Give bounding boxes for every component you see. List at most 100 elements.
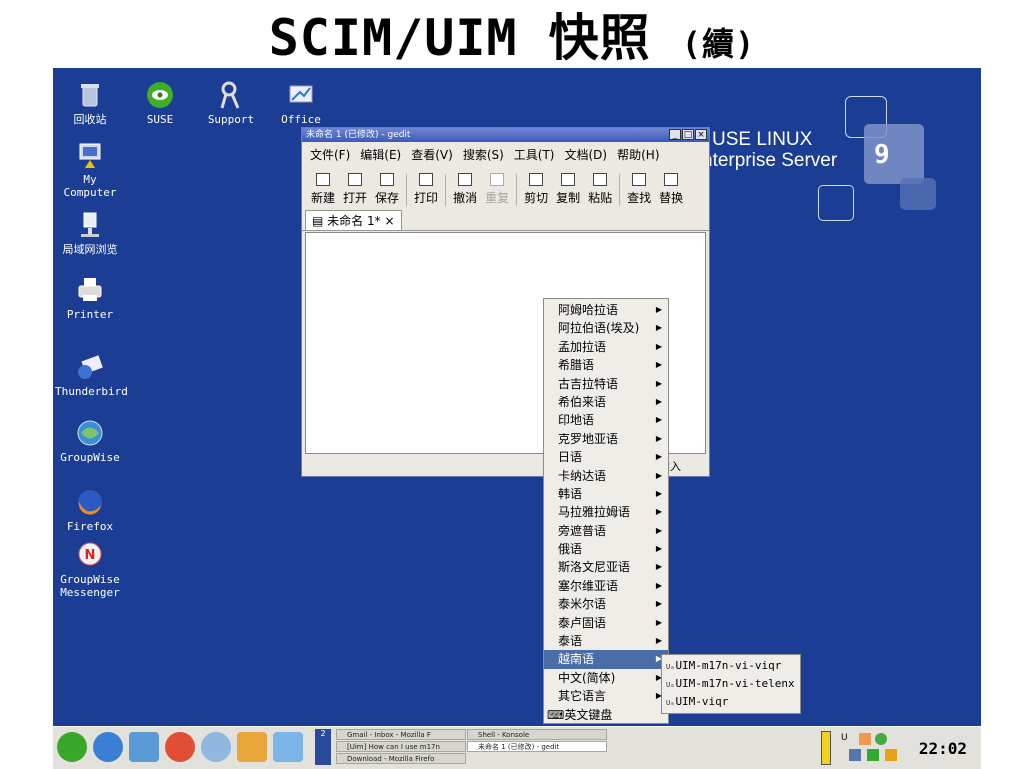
brand-version: 9 (874, 140, 890, 170)
computer-icon (79, 143, 101, 168)
submenu-arrow-icon: ▶ (655, 452, 662, 462)
undo-button[interactable]: 撤消 (450, 173, 480, 206)
taskbar-task-uim[interactable]: [Uim] How can I use m17n (336, 741, 466, 752)
home-folder-icon[interactable] (93, 732, 123, 762)
trash-icon (81, 84, 99, 107)
menu-item-language[interactable]: 希伯来语 ▶ (544, 393, 668, 411)
start-menu-icon[interactable] (57, 732, 87, 762)
save-button[interactable]: 保存 (372, 173, 402, 206)
menu-help[interactable]: 帮助(H) (617, 146, 659, 164)
network-tray-icon[interactable] (875, 733, 887, 745)
menu-file[interactable]: 文件(F) (310, 146, 350, 164)
package-icon[interactable] (885, 749, 897, 761)
menu-item-language[interactable]: 卡纳达语 ▶ (544, 467, 668, 485)
tab-close-icon[interactable]: × (384, 214, 394, 228)
print-button[interactable]: 打印 (411, 173, 441, 206)
firefox-icon (78, 490, 102, 515)
cut-icon (529, 173, 544, 186)
paste-button[interactable]: 粘贴 (585, 173, 615, 206)
submenu-arrow-icon: ▶ (655, 360, 662, 370)
messenger-icon: N (78, 542, 102, 566)
desktop-icon-network[interactable]: 局域网浏览 (55, 210, 125, 256)
close-button[interactable]: × (695, 129, 707, 140)
submenu-item-uim-m17n-vi-telenx[interactable]: UₘUIM-m17n-vi-telenx (662, 675, 800, 693)
menu-item-language[interactable]: 其它语言 ▶ (544, 687, 668, 705)
taskbar-task-gedit[interactable]: 未命名 1 (已修改) - gedit (467, 741, 607, 752)
browser-icon[interactable] (201, 732, 231, 762)
find-button[interactable]: 查找 (624, 173, 654, 206)
maximize-button[interactable]: □ (682, 129, 694, 140)
copy-button[interactable]: 复制 (553, 173, 583, 206)
menu-item-language[interactable]: 俄语 ▶ (544, 540, 668, 558)
desktop-icon-suse[interactable]: SUSE (125, 80, 195, 126)
clock[interactable]: 22:02 (919, 739, 967, 758)
submenu-item-uim-m17n-vi-viqr[interactable]: UₘUIM-m17n-vi-viqr (662, 657, 800, 675)
menu-documents[interactable]: 文档(D) (565, 146, 608, 164)
menu-item-language[interactable]: 韩语 ▶ (544, 485, 668, 503)
menu-item-language[interactable]: 中文(简体) ▶ (544, 669, 668, 687)
open-button[interactable]: 打开 (340, 173, 370, 206)
tab-document[interactable]: ▤ 未命名 1* × (305, 210, 402, 230)
desktop-icon-firefox[interactable]: Firefox (55, 487, 125, 533)
menu-item-language[interactable]: 旁遮普语 ▶ (544, 522, 668, 540)
toolbar: 新建 打开 保存 打印 撤消 重复 剪切 复制 粘贴 查找 替换 (302, 164, 709, 208)
help-icon[interactable] (165, 732, 195, 762)
menu-item-language-highlighted[interactable]: 越南语 ▶ (544, 650, 668, 669)
menu-view[interactable]: 查看(V) (411, 146, 453, 164)
redo-button[interactable]: 重复 (482, 173, 512, 206)
desktop-icon-groupwise[interactable]: GroupWise (55, 418, 125, 464)
menu-tools[interactable]: 工具(T) (514, 146, 555, 164)
printer-icon (78, 278, 102, 301)
desktop-icon-trash[interactable]: 回收站 (55, 80, 125, 126)
submenu-arrow-icon: ▶ (655, 488, 662, 498)
uim-tray-icon[interactable]: U (841, 733, 848, 743)
menu-item-language[interactable]: 塞尔维亚语 ▶ (544, 577, 668, 595)
menu-item-language[interactable]: 印地语 ▶ (544, 411, 668, 429)
submenu-arrow-icon: ▶ (655, 305, 662, 314)
tray-app-icon[interactable] (859, 733, 871, 745)
uim-icon: Uₘ (666, 699, 675, 707)
network-icon (81, 212, 99, 237)
undo-icon (458, 173, 473, 186)
menu-item-language[interactable]: 马拉雅拉姆语 ▶ (544, 503, 668, 521)
menu-item-language[interactable]: 泰卢固语 ▶ (544, 614, 668, 632)
menu-search[interactable]: 搜索(S) (463, 146, 504, 164)
new-button[interactable]: 新建 (308, 173, 338, 206)
submenu-arrow-icon: ▶ (655, 525, 662, 535)
menu-item-language[interactable]: 孟加拉语 ▶ (544, 338, 668, 356)
menu-edit[interactable]: 编辑(E) (360, 146, 401, 164)
menu-item-language[interactable]: 阿拉伯语(埃及) ▶ (544, 319, 668, 337)
menu-item-language[interactable]: 斯洛文尼亚语 ▶ (544, 558, 668, 576)
menu-item-language[interactable]: 阿姆哈拉语 ▶ (544, 301, 668, 319)
desktop-icon-office[interactable]: Office (266, 80, 336, 126)
menu-item-language[interactable]: 日语 ▶ (544, 448, 668, 466)
menu-item-language[interactable]: 古吉拉特语 ▶ (544, 375, 668, 393)
yast-icon[interactable] (129, 732, 159, 762)
desktop-icon-my-computer[interactable]: My Computer (55, 140, 125, 199)
brand-decoration-square (900, 178, 936, 210)
update-icon[interactable] (867, 749, 879, 761)
menu-item-language[interactable]: 克罗地亚语 ▶ (544, 430, 668, 448)
taskbar-task-konsole[interactable]: Shell - Konsole (467, 729, 607, 740)
desktop-icon-printer[interactable]: Printer (55, 275, 125, 321)
submenu-arrow-icon: ▶ (655, 378, 662, 388)
submenu-item-uim-viqr[interactable]: UₘUIM-viqr (662, 693, 800, 711)
taskbar-task-download[interactable]: Download - Mozilla Firefo (336, 753, 466, 764)
submenu-arrow-icon: ▶ (655, 507, 662, 517)
taskbar-task-gmail[interactable]: Gmail - Inbox - Mozilla F (336, 729, 466, 740)
window-titlebar[interactable]: 未命名 1 (已修改) - gedit _ □ × (302, 128, 709, 142)
replace-button[interactable]: 替换 (656, 173, 686, 206)
writer-launcher-icon[interactable] (273, 732, 303, 762)
minimize-button[interactable]: _ (669, 129, 681, 140)
volume-icon[interactable] (849, 749, 861, 761)
menu-item-language[interactable]: 希腊语 ▶ (544, 356, 668, 374)
desktop-icon-groupwise-messenger[interactable]: N GroupWise Messenger (55, 540, 125, 599)
menu-item-english-keyboard[interactable]: ⌨英文键盘 (544, 706, 668, 724)
cut-button[interactable]: 剪切 (521, 173, 551, 206)
office-launcher-icon[interactable] (237, 732, 267, 762)
desktop-pager[interactable]: 2 (315, 729, 331, 765)
desktop-icon-thunderbird[interactable]: Thunderbird (55, 352, 128, 398)
menu-item-language[interactable]: 泰米尔语 ▶ (544, 595, 668, 613)
desktop-icon-support[interactable]: Support (196, 80, 266, 126)
menu-item-language[interactable]: 泰语 ▶ (544, 632, 668, 650)
